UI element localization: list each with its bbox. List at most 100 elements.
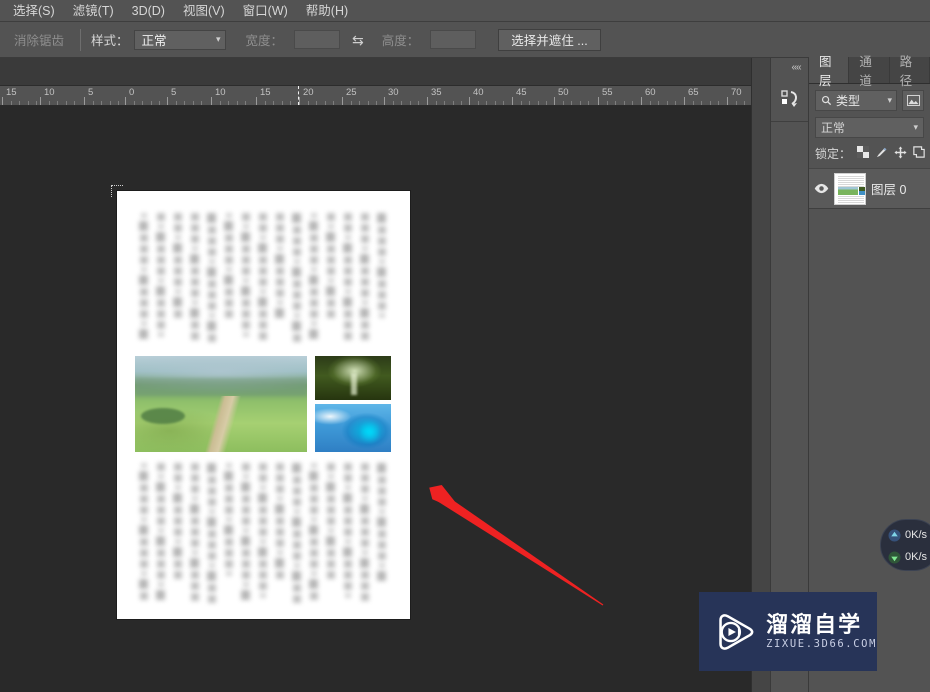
text-glyph (259, 539, 266, 544)
text-glyph (310, 463, 317, 468)
text-glyph (360, 558, 369, 568)
text-column (237, 213, 254, 342)
text-glyph (378, 313, 385, 318)
select-and-mask-button[interactable]: 选择并遮住 ... (498, 28, 601, 51)
photo-sky-tree[interactable] (315, 404, 391, 452)
text-glyph (377, 541, 386, 549)
menu-filter[interactable]: 滤镜(T) (64, 1, 123, 21)
menu-help[interactable]: 帮助(H) (297, 1, 357, 21)
text-glyph (258, 474, 267, 482)
ruler-tick-minor (367, 101, 369, 105)
tab-layers[interactable]: 图层 (809, 55, 850, 88)
ruler-label: 5 (88, 87, 94, 98)
text-glyph (207, 226, 216, 234)
thumbnail-text-line (838, 177, 864, 179)
ruler-label: 25 (346, 87, 357, 98)
text-glyph (361, 550, 368, 555)
text-glyph (224, 538, 233, 546)
lock-transparent-pixels-icon[interactable] (857, 146, 870, 161)
text-glyph (343, 332, 352, 340)
text-column (203, 463, 220, 603)
layer-filter-type-select[interactable]: 类型 ▾ (815, 90, 897, 111)
options-bar: 消除锯齿 样式： 正常 ▾ 宽度： ⇆ 高度： 选择并遮住 ... (0, 22, 930, 58)
text-glyph (207, 498, 216, 506)
ruler-label: 15 (260, 87, 271, 98)
ruler-tick-minor (409, 101, 411, 105)
text-glyph (360, 332, 369, 340)
text-glyph (156, 517, 165, 525)
text-glyph (344, 235, 351, 240)
text-column (254, 463, 271, 603)
menu-select[interactable]: 选择(S) (4, 1, 64, 21)
lock-artboard-icon[interactable] (913, 146, 925, 161)
text-glyph (225, 463, 232, 468)
width-input[interactable] (294, 30, 341, 49)
layer-thumbnail[interactable] (834, 172, 866, 205)
text-glyph (224, 288, 233, 296)
height-input[interactable] (430, 30, 477, 49)
text-glyph (140, 267, 147, 272)
ruler-tick-minor (392, 101, 394, 105)
panel-tab-row: 图层 通道 路径 (809, 55, 930, 88)
text-glyph (360, 463, 369, 471)
text-glyph (190, 235, 199, 243)
ruler-tick-minor (184, 101, 186, 105)
ruler-tick-minor (159, 101, 161, 105)
tab-channels[interactable]: 通道 (849, 55, 890, 88)
ruler-tick-major (554, 97, 555, 105)
ruler-tick-minor (658, 101, 660, 105)
menu-3d[interactable]: 3D(D) (123, 1, 174, 21)
ruler-tick-minor (133, 101, 135, 105)
text-glyph (361, 246, 368, 251)
text-column (373, 213, 390, 342)
horizontal-ruler[interactable]: 15 10 5 0 5 10 15 20 25 30 35 40 45 50 55 60 65 70 (0, 86, 751, 106)
lock-image-pixels-icon[interactable] (875, 146, 888, 162)
menu-view[interactable]: 视图(V) (174, 1, 234, 21)
text-glyph (343, 582, 352, 590)
blend-mode-select[interactable]: 正常 ▾ (815, 117, 924, 138)
menu-window[interactable]: 窗口(W) (234, 1, 297, 21)
text-glyph (360, 213, 369, 221)
tab-paths[interactable]: 路径 (889, 55, 930, 88)
menu-bar: 选择(S) 滤镜(T) 3D(D) 视图(V) 窗口(W) 帮助(H) (0, 0, 930, 22)
text-glyph (292, 487, 301, 495)
text-glyph (377, 552, 386, 560)
document-canvas[interactable] (117, 191, 410, 619)
mushroom-stem (351, 372, 358, 395)
text-glyph (343, 474, 352, 482)
text-glyph (276, 300, 283, 305)
text-glyph (344, 593, 351, 598)
text-glyph (190, 485, 199, 493)
eye-visibility-icon[interactable] (813, 183, 829, 194)
layer-row[interactable]: 图层 0 (809, 169, 930, 209)
ruler-tick-minor (623, 101, 625, 105)
text-glyph (139, 579, 148, 589)
ruler-tick-major (641, 97, 642, 105)
photo-landscape[interactable] (135, 356, 307, 452)
filter-image-icon[interactable] (902, 90, 924, 111)
text-glyph (207, 517, 216, 527)
text-glyph (258, 297, 267, 307)
canvas-workspace[interactable] (0, 106, 751, 692)
text-glyph (242, 332, 249, 337)
swap-width-height-icon[interactable]: ⇆ (352, 33, 364, 47)
ruler-tick-minor (192, 101, 194, 105)
text-glyph (343, 243, 352, 253)
text-glyph (156, 310, 165, 318)
text-glyph (343, 463, 352, 471)
text-glyph (156, 256, 165, 264)
ruler-tick-minor (494, 101, 496, 105)
collapse-panels-icon[interactable]: «« (787, 61, 805, 75)
text-glyph (241, 267, 250, 275)
layer-name: 图层 0 (871, 183, 907, 197)
text-glyph (241, 495, 250, 503)
ruler-tick-minor (452, 101, 454, 105)
text-glyph (190, 593, 199, 601)
photo-mushroom[interactable] (315, 356, 391, 400)
thumbnail-text-line (838, 197, 864, 199)
network-speed-widget[interactable]: 0K/s 0K/s (880, 519, 930, 571)
history-actions-icon[interactable] (771, 76, 809, 122)
text-glyph (139, 245, 148, 253)
style-select[interactable]: 正常 ▾ (133, 29, 226, 50)
lock-position-icon[interactable] (894, 145, 907, 162)
